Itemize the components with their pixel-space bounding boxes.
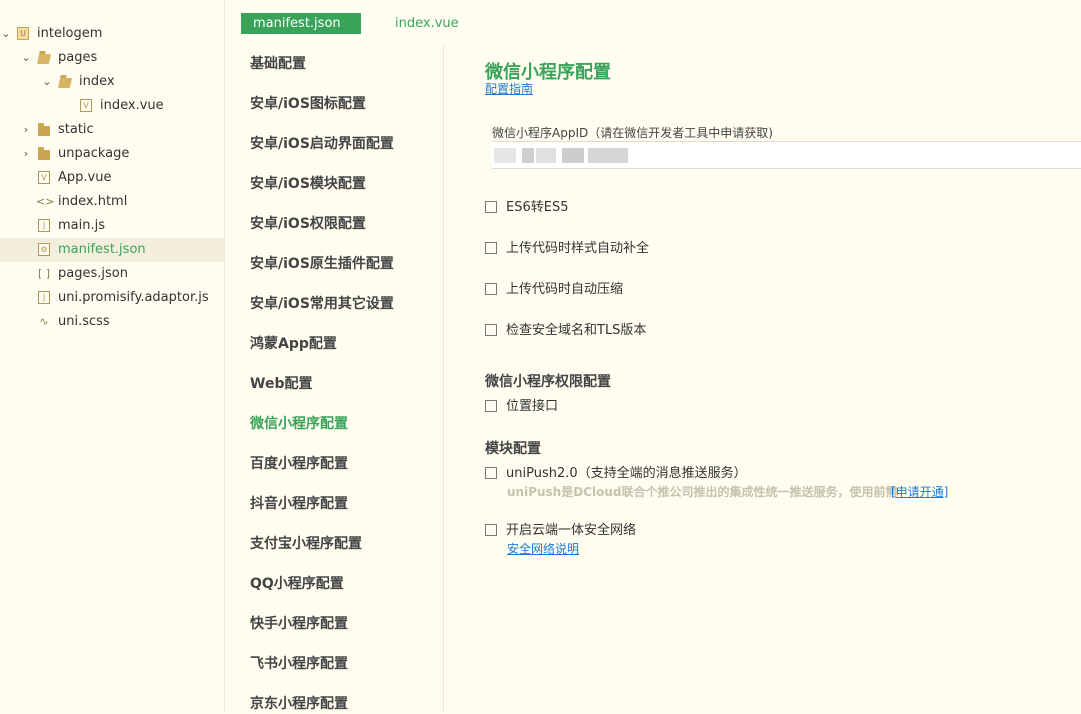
tree-item-label: manifest.json <box>58 242 146 257</box>
tree-item-label: unpackage <box>58 146 130 161</box>
checkbox-label: uniPush2.0（支持全端的消息推送服务） <box>506 466 747 481</box>
tree-item-index-html[interactable]: <> index.html <box>0 190 224 214</box>
folder-icon <box>38 147 50 160</box>
nav-item-feishu[interactable]: 飞书小程序配置 <box>250 654 348 674</box>
checkbox-label: 检查安全域名和TLS版本 <box>506 323 647 338</box>
tree-item-label: pages.json <box>58 266 128 281</box>
appid-label: 微信小程序AppID（请在微信开发者工具中申请获取) <box>492 126 773 140</box>
permission-section-title: 微信小程序权限配置 <box>485 374 611 390</box>
tree-item-unpackage[interactable]: › unpackage <box>0 142 224 166</box>
nav-item-baidu[interactable]: 百度小程序配置 <box>250 454 348 474</box>
editor-tab-bar: manifest.json index.vue <box>225 0 1081 44</box>
tree-item-label: pages <box>58 50 98 65</box>
js-file-icon: J <box>38 219 50 232</box>
unipush-apply-link[interactable]: [申请开通] <box>891 483 948 500</box>
tree-item-label: uni.scss <box>58 314 110 329</box>
tree-item-app-vue[interactable]: V App.vue <box>0 166 224 190</box>
settings-file-icon: ⚙ <box>38 243 50 256</box>
tree-item-uni-scss[interactable]: ∿ uni.scss <box>0 310 224 334</box>
tree-item-static[interactable]: › static <box>0 118 224 142</box>
nav-item-jd[interactable]: 京东小程序配置 <box>250 694 348 714</box>
redacted-value <box>522 148 534 163</box>
tree-item-main-js[interactable]: J main.js <box>0 214 224 238</box>
nav-item-app-native-plugins[interactable]: 安卓/iOS原生插件配置 <box>250 254 394 274</box>
tree-item-project[interactable]: ⌄ U intelogem <box>0 22 224 46</box>
tree-item-label: uni.promisify.adaptor.js <box>58 290 209 305</box>
checkbox[interactable] <box>485 242 497 254</box>
folder-icon <box>38 123 50 136</box>
json-file-icon: [ ] <box>37 267 51 280</box>
redacted-value <box>588 148 628 163</box>
checkbox[interactable] <box>485 283 497 295</box>
secure-network-link[interactable]: 安全网络说明 <box>507 540 579 557</box>
checkbox-label: 上传代码时样式自动补全 <box>506 241 650 256</box>
tree-item-pages-json[interactable]: [ ] pages.json <box>0 262 224 286</box>
nav-item-basic[interactable]: 基础配置 <box>250 54 306 74</box>
project-icon: U <box>17 27 29 40</box>
settings-nav: 基础配置 安卓/iOS图标配置 安卓/iOS启动界面配置 安卓/iOS模块配置 … <box>225 44 444 712</box>
tree-item-label: index <box>79 74 115 89</box>
checkbox[interactable] <box>485 400 497 412</box>
nav-item-harmony[interactable]: 鸿蒙App配置 <box>250 334 337 354</box>
tree-item-label: index.html <box>58 194 128 209</box>
checkbox[interactable] <box>485 467 497 479</box>
folder-open-icon <box>36 54 52 64</box>
tree-item-uni-promisify[interactable]: J uni.promisify.adaptor.js <box>0 286 224 310</box>
nav-item-web[interactable]: Web配置 <box>250 374 312 394</box>
tree-item-manifest-json[interactable]: ⚙ manifest.json <box>0 238 224 262</box>
nav-item-app-splash[interactable]: 安卓/iOS启动界面配置 <box>250 134 394 154</box>
chevron-down-icon[interactable]: ⌄ <box>20 46 32 70</box>
checkbox[interactable] <box>485 324 497 336</box>
project-explorer: ⌄ U intelogem ⌄ pages ⌄ index V index.vu… <box>0 0 225 712</box>
chevron-right-icon[interactable]: › <box>20 118 32 142</box>
chevron-down-icon[interactable]: ⌄ <box>41 70 53 94</box>
unipush-description: uniPush是DCloud联合个推公司推出的集成性统一推送服务，使用前需 <box>507 485 898 499</box>
checkbox-label: 开启云端一体安全网络 <box>506 523 637 538</box>
tree-item-label: static <box>58 122 94 137</box>
checkbox-label: ES6转ES5 <box>506 200 569 215</box>
settings-panel: 微信小程序配置 配置指南 微信小程序AppID（请在微信开发者工具中申请获取) … <box>444 44 1081 712</box>
appid-input[interactable] <box>492 141 1081 169</box>
js-file-icon: J <box>38 291 50 304</box>
nav-item-alipay[interactable]: 支付宝小程序配置 <box>250 534 362 554</box>
nav-item-qq[interactable]: QQ小程序配置 <box>250 574 344 594</box>
vue-file-icon: V <box>80 99 92 112</box>
checkbox[interactable] <box>485 524 497 536</box>
tree-item-index-vue[interactable]: V index.vue <box>0 94 224 118</box>
scss-file-icon: ∿ <box>39 315 49 328</box>
tree-item-label: main.js <box>58 218 105 233</box>
checkbox-label: 上传代码时自动压缩 <box>506 282 624 297</box>
nav-item-kuaishou[interactable]: 快手小程序配置 <box>250 614 348 634</box>
chevron-down-icon[interactable]: ⌄ <box>0 22 12 46</box>
nav-item-app-modules[interactable]: 安卓/iOS模块配置 <box>250 174 366 194</box>
tab-manifest-json[interactable]: manifest.json <box>241 13 361 34</box>
nav-item-weixin[interactable]: 微信小程序配置 <box>250 414 348 434</box>
redacted-value <box>536 148 556 163</box>
redacted-value <box>494 148 516 163</box>
tree-item-label: intelogem <box>37 26 103 41</box>
checkbox-label: 位置接口 <box>506 399 559 414</box>
tree-item-label: index.vue <box>100 98 164 113</box>
folder-open-icon <box>57 78 73 88</box>
nav-item-app-permissions[interactable]: 安卓/iOS权限配置 <box>250 214 366 234</box>
chevron-right-icon[interactable]: › <box>20 142 32 166</box>
nav-item-app-icon[interactable]: 安卓/iOS图标配置 <box>250 94 366 114</box>
nav-item-douyin[interactable]: 抖音小程序配置 <box>250 494 348 514</box>
redacted-value <box>562 148 584 163</box>
tab-index-vue[interactable]: index.vue <box>383 13 471 34</box>
vue-file-icon: V <box>38 171 50 184</box>
config-guide-link[interactable]: 配置指南 <box>485 80 533 97</box>
module-section-title: 模块配置 <box>485 441 541 457</box>
tree-item-index-folder[interactable]: ⌄ index <box>0 70 224 94</box>
tree-item-pages[interactable]: ⌄ pages <box>0 46 224 70</box>
checkbox[interactable] <box>485 201 497 213</box>
html-file-icon: <> <box>36 195 55 208</box>
tree-item-label: App.vue <box>58 170 112 185</box>
nav-item-app-other[interactable]: 安卓/iOS常用其它设置 <box>250 294 394 314</box>
